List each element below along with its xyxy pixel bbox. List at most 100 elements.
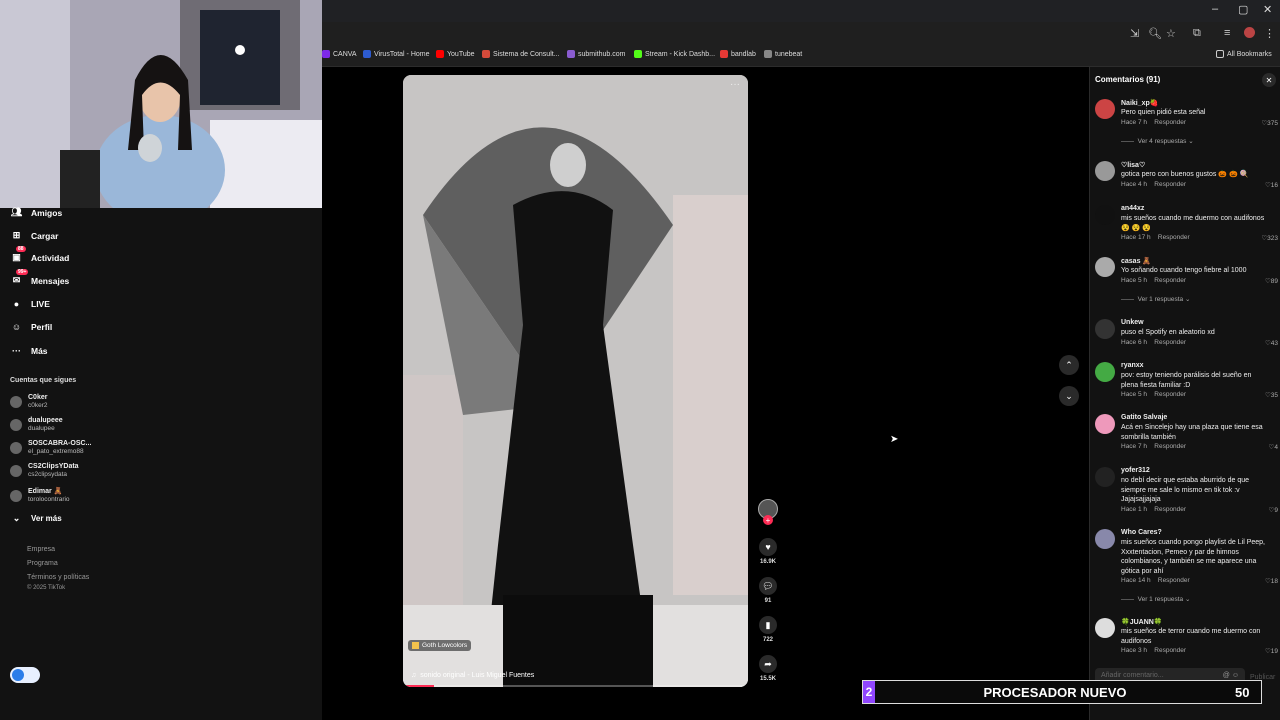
view-replies-button[interactable]: —— Ver 1 respuesta ⌄ (1121, 595, 1190, 603)
reply-button[interactable]: Responder (1154, 339, 1186, 346)
comment-like-button[interactable]: ♡323 (1261, 234, 1278, 242)
comment-username[interactable]: casas 🧸 (1121, 257, 1151, 265)
avatar[interactable] (1095, 414, 1115, 434)
app-toggle[interactable] (10, 667, 40, 683)
comment-username[interactable]: Who Cares? (1121, 529, 1162, 536)
avatar[interactable] (1095, 99, 1115, 119)
comment-username[interactable]: ryanxx (1121, 362, 1144, 369)
menu-dots-icon[interactable]: ⋮ (1264, 27, 1275, 40)
install-icon[interactable]: ⇲ (1130, 27, 1139, 40)
bookmark-item[interactable]: YouTube (436, 50, 475, 58)
comment-like-button[interactable]: ♡89 (1265, 277, 1278, 285)
comment-like-count: 89 (1270, 277, 1278, 285)
avatar[interactable] (1095, 161, 1115, 181)
comment-like-button[interactable]: ♡19 (1265, 647, 1278, 655)
comment-like-button[interactable]: ♡16 (1265, 181, 1278, 189)
footer-link[interactable]: Empresa (27, 546, 55, 553)
bookmark-item[interactable]: Sistema de Consult... (482, 50, 560, 58)
sidebar-item-amigos[interactable]: 👥︎ Amigos (10, 206, 62, 219)
sidebar-item-perfil[interactable]: ☺ Perfil (10, 320, 52, 333)
reply-button[interactable]: Responder (1154, 443, 1186, 450)
sidebar-item-más[interactable]: ··· Más (10, 344, 48, 357)
save-action[interactable]: ▮ 722 (759, 616, 777, 643)
avatar[interactable] (1095, 529, 1115, 549)
comment-username[interactable]: ♡lisa♡ (1121, 161, 1145, 169)
comment-username[interactable]: Unkew (1121, 319, 1144, 326)
video-sound[interactable]: ♫ sonido original - Luis Miguel Fuentes (411, 672, 534, 679)
following-account[interactable]: CS2ClipsYData cs2clipsydata (10, 462, 79, 479)
previous-video-button[interactable]: ⌃ (1059, 355, 1079, 375)
sidebar-item-cargar[interactable]: ⊞ Cargar (10, 229, 59, 242)
bookmark-item[interactable]: Stream - Kick Dashb... (634, 50, 715, 58)
video-more-options[interactable]: ··· (730, 79, 740, 90)
all-bookmarks[interactable]: All Bookmarks (1216, 50, 1272, 58)
reply-button[interactable]: Responder (1154, 506, 1186, 513)
following-account[interactable]: dualupeee dualupee (10, 416, 63, 433)
follow-plus-icon[interactable]: + (763, 515, 773, 525)
footer-link[interactable]: Programa (27, 560, 58, 567)
zoom-icon[interactable]: 🔍︎ (1148, 27, 1162, 40)
sidebar-item-actividad[interactable]: ▣ 88 Actividad (10, 246, 69, 264)
comment-username[interactable]: an44xz (1121, 205, 1144, 212)
comment-like-button[interactable]: ♡35 (1265, 391, 1278, 399)
view-replies-button[interactable]: —— Ver 4 respuestas ⌄ (1121, 137, 1194, 145)
reply-button[interactable]: Responder (1158, 577, 1190, 584)
comment-username[interactable]: Naiki_xp🍓 (1121, 99, 1159, 107)
avatar[interactable] (1095, 319, 1115, 339)
bookmark-item[interactable]: submithub.com (567, 50, 625, 58)
reply-button[interactable]: Responder (1154, 391, 1186, 398)
reply-button[interactable]: Responder (1158, 234, 1190, 241)
bookmark-item[interactable]: tunebeat (764, 50, 802, 58)
avatar[interactable] (1095, 618, 1115, 638)
bookmark-item[interactable]: VirusTotal - Home (363, 50, 430, 58)
comment-like-button[interactable]: ♡9 (1269, 506, 1278, 514)
share-icon[interactable]: ➦ (759, 655, 777, 673)
following-account[interactable]: SOSCABRA-OSC... el_pato_extremo88 (10, 439, 91, 456)
reply-button[interactable]: Responder (1154, 277, 1186, 284)
video-progress-track[interactable] (403, 685, 748, 687)
reply-button[interactable]: Responder (1154, 647, 1186, 654)
footer-link[interactable]: Términos y políticas (27, 574, 89, 581)
avatar[interactable] (1095, 362, 1115, 382)
comment-icon[interactable]: 💬︎ (759, 577, 777, 595)
see-more-link[interactable]: ⌄ Ver más (10, 512, 62, 525)
star-icon[interactable]: ☆ (1166, 27, 1176, 40)
reply-button[interactable]: Responder (1154, 119, 1186, 126)
comment-like-button[interactable]: ♡18 (1265, 577, 1278, 585)
media-icon[interactable]: ≡ (1224, 27, 1230, 39)
reply-button[interactable]: Responder (1154, 181, 1186, 188)
minimize-button[interactable]: – (1212, 3, 1218, 15)
like-action[interactable]: ♥ 16.9K (759, 538, 777, 565)
view-replies-button[interactable]: —— Ver 1 respuesta ⌄ (1121, 295, 1190, 303)
comment-like-button[interactable]: ♡375 (1261, 119, 1278, 127)
avatar[interactable] (1095, 257, 1115, 277)
extensions-icon[interactable]: ⧉ (1193, 27, 1201, 40)
video-tag-chip[interactable]: Goth Lowcolors (408, 640, 472, 651)
upload-icon: ⊞ (12, 230, 21, 240)
comment-text: Pero quien pidió esta señal (1121, 109, 1206, 116)
avatar[interactable] (1095, 467, 1115, 487)
comment-like-button[interactable]: ♡4 (1269, 443, 1278, 451)
bookmark-item[interactable]: CANVA (322, 50, 357, 58)
sidebar-item-mensajes[interactable]: ✉ 99+ Mensajes (10, 269, 69, 287)
avatar[interactable] (1095, 205, 1115, 225)
following-account[interactable]: C0ker c0ker2 (10, 393, 48, 410)
close-window-button[interactable]: ✕ (1263, 3, 1272, 16)
profile-avatar-icon[interactable] (1244, 27, 1255, 38)
maximize-button[interactable]: ▢ (1238, 3, 1248, 16)
close-comments-button[interactable]: ✕ (1262, 73, 1276, 87)
video-player[interactable]: ··· Goth Lowcolors ♫ sonido original - Lu… (403, 75, 748, 687)
next-video-button[interactable]: ⌄ (1059, 386, 1079, 406)
comment-username[interactable]: yofer312 (1121, 467, 1150, 474)
comment-like-button[interactable]: ♡43 (1265, 339, 1278, 347)
comment-action[interactable]: 💬︎ 91 (759, 577, 777, 604)
share-action[interactable]: ➦ 15.5K (759, 655, 777, 682)
sidebar-item-live[interactable]: ● LIVE (10, 297, 50, 310)
heart-icon[interactable]: ♥ (759, 538, 777, 556)
creator-avatar-action[interactable]: + (758, 499, 778, 525)
bookmark-icon[interactable]: ▮ (759, 616, 777, 634)
comment-username[interactable]: Gatito Salvaje (1121, 414, 1167, 421)
following-account[interactable]: Edimar 🧸 torolocontrario (10, 487, 70, 504)
bookmark-item[interactable]: bandlab (720, 50, 756, 58)
comment-username[interactable]: 🍀JUANN🍀 (1121, 618, 1163, 626)
